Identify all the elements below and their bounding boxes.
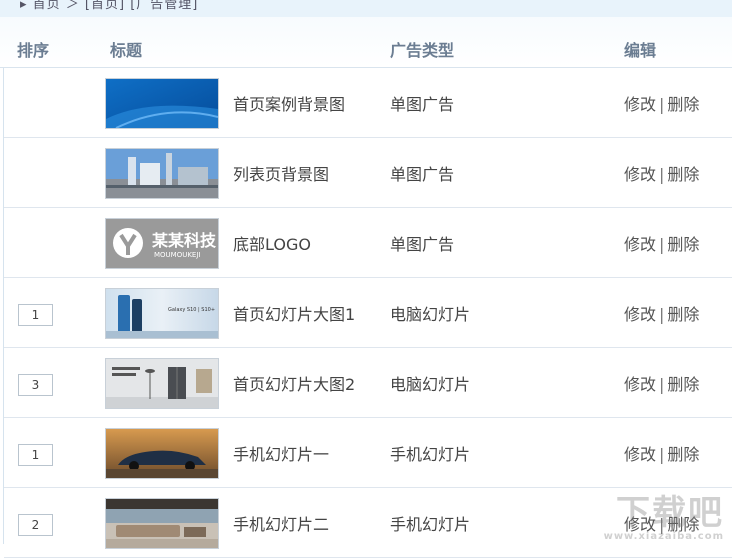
table-row: 某某科技 MOUMOUKEJI 底部LOGO 单图广告 修改 | 删除 xyxy=(4,208,732,278)
delete-link[interactable]: 删除 xyxy=(667,445,699,464)
edit-link[interactable]: 修改 xyxy=(624,165,656,184)
table-row: 列表页背景图 单图广告 修改 | 删除 xyxy=(4,138,732,208)
thumbnail-image: 某某科技 MOUMOUKEJI xyxy=(105,218,219,269)
edit-link[interactable]: 修改 xyxy=(624,235,656,254)
row-ad-type: 单图广告 xyxy=(390,95,455,114)
column-header-sort: 排序 xyxy=(17,41,50,60)
row-ad-type: 手机幻灯片 xyxy=(390,515,471,534)
row-title: 手机幻灯片一 xyxy=(233,445,330,464)
table-row: Galaxy S10 | S10+ 首页幻灯片大图1 电脑幻灯片 修改|删除 xyxy=(4,278,732,348)
delete-link[interactable]: 删除 xyxy=(667,235,699,254)
row-ad-type: 单图广告 xyxy=(390,165,455,184)
row-title: 首页幻灯片大图2 xyxy=(233,375,356,394)
row-actions: 修改 | 删除 xyxy=(624,375,700,394)
row-actions: 修改 | 删除 xyxy=(624,305,700,324)
edit-link[interactable]: 修改 xyxy=(624,95,656,114)
thumbnail-image xyxy=(105,358,219,409)
table-header: 排序 标题 广告类型 编辑 xyxy=(0,17,732,68)
table-row: 手机幻灯片一 手机幻灯片 修改|删除 xyxy=(4,418,732,488)
edit-link[interactable]: 修改 xyxy=(624,445,656,464)
column-header-edit: 编辑 xyxy=(624,41,657,60)
table-row: 首页幻灯片大图2 电脑幻灯片 修改|删除 xyxy=(4,348,732,418)
sort-order-input[interactable] xyxy=(18,304,53,326)
logo-text: 某某科技 xyxy=(152,231,217,250)
column-header-type: 广告类型 xyxy=(390,41,455,60)
thumbnail-caption: Galaxy S10 | S10+ xyxy=(168,307,216,313)
edit-link[interactable]: 修改 xyxy=(624,375,656,394)
row-ad-type: 电脑幻灯片 xyxy=(390,305,471,324)
delete-link[interactable]: 删除 xyxy=(667,305,699,324)
row-ad-type: 手机幻灯片 xyxy=(390,445,471,464)
delete-link[interactable]: 删除 xyxy=(667,515,699,534)
row-title: 首页幻灯片大图1 xyxy=(233,305,356,324)
thumbnail-image: Galaxy S10 | S10+ xyxy=(105,288,219,339)
logo-subtext: MOUMOUKEJI xyxy=(154,251,201,259)
row-title: 底部LOGO xyxy=(233,235,311,254)
row-actions: 修改 | 删除 xyxy=(624,235,700,254)
thumbnail-image xyxy=(105,498,219,549)
row-actions: 修改 | 删除 xyxy=(624,95,700,114)
table-row: 手机幻灯片二 手机幻灯片 修改|删除 xyxy=(4,488,732,558)
thumbnail-image xyxy=(105,148,219,199)
breadcrumb: ▸ 首页 ＞ [首页] [广告管理] xyxy=(20,0,199,12)
thumbnail-image xyxy=(105,428,219,479)
delete-link[interactable]: 删除 xyxy=(667,165,699,184)
sort-order-input[interactable] xyxy=(18,514,53,536)
row-actions: 修改 | 删除 xyxy=(624,515,700,534)
sort-order-input[interactable] xyxy=(18,374,53,396)
edit-link[interactable]: 修改 xyxy=(624,305,656,324)
row-actions: 修改 | 删除 xyxy=(624,445,700,464)
row-actions: 修改 | 删除 xyxy=(624,165,700,184)
delete-link[interactable]: 删除 xyxy=(667,375,699,394)
table-row: 首页案例背景图 单图广告 修改 | 删除 xyxy=(4,68,732,138)
row-ad-type: 单图广告 xyxy=(390,235,455,254)
top-toolbar-strip: ▸ 首页 ＞ [首页] [广告管理] xyxy=(0,0,732,18)
delete-link[interactable]: 删除 xyxy=(667,95,699,114)
row-title: 手机幻灯片二 xyxy=(233,515,330,534)
thumbnail-image xyxy=(105,78,219,129)
edit-link[interactable]: 修改 xyxy=(624,515,656,534)
column-header-title: 标题 xyxy=(110,41,143,60)
sort-order-input[interactable] xyxy=(18,444,53,466)
row-title: 列表页背景图 xyxy=(233,165,330,184)
row-title: 首页案例背景图 xyxy=(233,95,346,114)
row-ad-type: 电脑幻灯片 xyxy=(390,375,471,394)
